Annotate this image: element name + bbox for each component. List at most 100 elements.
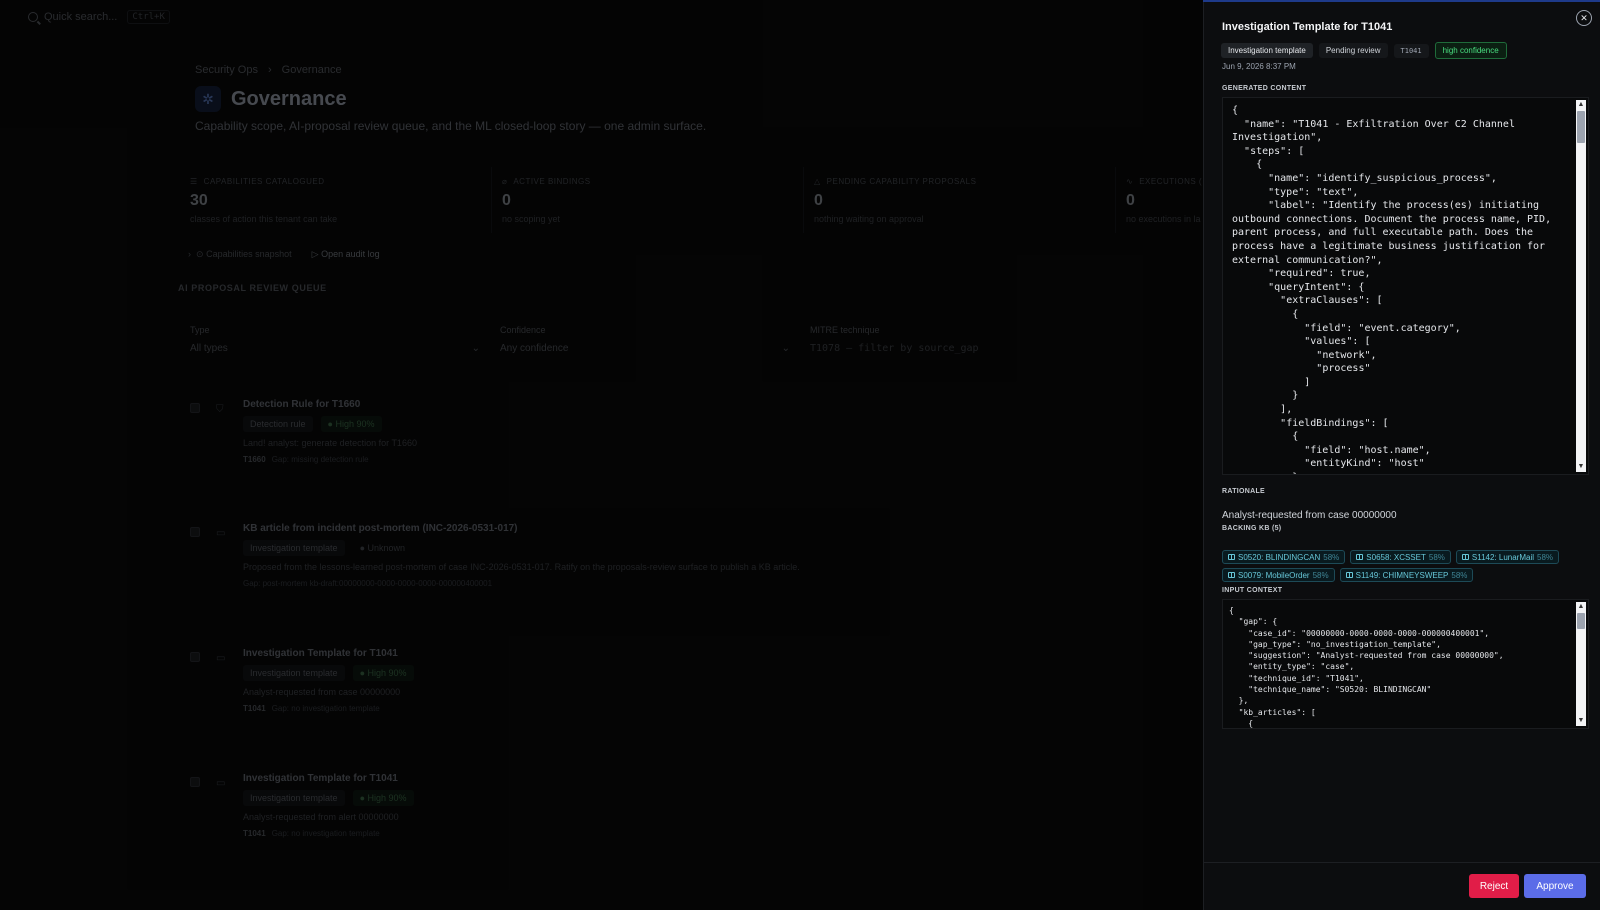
scrollbar[interactable]: ▲ ▼ bbox=[1576, 100, 1586, 472]
stat-card: ⌀ ACTIVE BINDINGS 0 no scoping yet bbox=[492, 167, 804, 233]
select-value: All types bbox=[190, 343, 228, 354]
kb-name: S0658: XCSSET bbox=[1366, 552, 1426, 562]
kb-name: S1142: LunarMail bbox=[1471, 552, 1535, 562]
kb-pct: 58% bbox=[1312, 570, 1329, 580]
stats-row: ☰ CAPABILITIES CATALOGUED 30 classes of a… bbox=[180, 167, 1203, 233]
scroll-up-icon[interactable]: ▲ bbox=[1576, 602, 1586, 612]
generated-content-label: GENERATED CONTENT bbox=[1222, 85, 1307, 92]
drawer-footer-divider bbox=[1204, 862, 1600, 863]
created-date: Jun 9, 2026 8:37 PM bbox=[1222, 62, 1296, 71]
type-filter: Type All types ⌄ bbox=[190, 325, 480, 354]
scrollbar-thumb[interactable] bbox=[1577, 111, 1585, 143]
stat-value: 0 bbox=[814, 192, 823, 209]
book-icon bbox=[1345, 572, 1353, 578]
close-icon[interactable]: ✕ bbox=[1576, 10, 1592, 26]
select-checkbox[interactable] bbox=[190, 527, 200, 537]
kb-pct: 58% bbox=[1428, 552, 1445, 562]
chevron-right-icon: › bbox=[188, 249, 191, 259]
stat-card: ∿ EXECUTIONS ( 0 no executions in la bbox=[1116, 167, 1203, 233]
search-placeholder: Quick search... bbox=[44, 11, 118, 23]
stat-value: 0 bbox=[1126, 192, 1135, 209]
snapshot-label: Capabilities snapshot bbox=[206, 249, 292, 259]
mitre-filter: MITRE technique T1078 — filter by source… bbox=[810, 325, 1100, 354]
scroll-up-icon[interactable]: ▲ bbox=[1576, 100, 1586, 110]
kb-chip[interactable]: S0079: MobileOrder 58% bbox=[1222, 568, 1335, 582]
kb-chip[interactable]: S1149: CHIMNEYSWEEP 58% bbox=[1339, 568, 1474, 582]
quick-search[interactable]: Quick search... Ctrl+K bbox=[28, 10, 170, 24]
modal-backdrop[interactable] bbox=[0, 0, 1203, 910]
confidence-badge: high confidence bbox=[1434, 42, 1507, 59]
scrollbar[interactable]: ▲ ▼ bbox=[1576, 602, 1586, 726]
page-header: ✲ Governance bbox=[195, 86, 347, 112]
governance-icon: ✲ bbox=[195, 86, 221, 112]
gap-text: Gap: no investigation template bbox=[271, 704, 380, 713]
page-subtitle: Capability scope, AI-proposal review que… bbox=[195, 119, 707, 133]
item-title: Investigation Template for T1041 bbox=[243, 648, 398, 659]
breadcrumb-item[interactable]: Security Ops bbox=[195, 64, 258, 76]
input-context-viewer[interactable]: { "gap": { "case_id": "00000000-0000-000… bbox=[1222, 599, 1589, 729]
select-checkbox[interactable] bbox=[190, 403, 200, 413]
stat-note: no scoping yet bbox=[502, 214, 561, 224]
approve-button[interactable]: Approve bbox=[1524, 874, 1586, 898]
breadcrumb-item: Governance bbox=[281, 64, 342, 76]
item-title: Detection Rule for T1660 bbox=[243, 399, 361, 410]
chevron-down-icon: ⌄ bbox=[471, 343, 480, 354]
stat-label: EXECUTIONS ( bbox=[1139, 177, 1203, 186]
open-audit-log-link[interactable]: ▷ Open audit log bbox=[312, 249, 380, 260]
kb-chip[interactable]: S1142: LunarMail 58% bbox=[1455, 550, 1560, 564]
stat-note: classes of action this tenant can take bbox=[190, 214, 338, 224]
document-icon: ▭ bbox=[216, 528, 226, 539]
type-tag: Investigation template bbox=[243, 665, 345, 681]
gap-text: Gap: no investigation template bbox=[271, 829, 380, 838]
scroll-down-icon[interactable]: ▼ bbox=[1576, 716, 1586, 726]
scrollbar-thumb[interactable] bbox=[1577, 613, 1585, 629]
item-description: Land! analyst: generate detection for T1… bbox=[243, 438, 417, 448]
filter-label: Type bbox=[190, 325, 210, 335]
confidence-select[interactable]: Any confidence ⌄ bbox=[500, 343, 790, 354]
reject-button[interactable]: Reject bbox=[1469, 874, 1519, 898]
type-tag: Investigation template bbox=[243, 790, 345, 806]
activity-icon: ∿ bbox=[1126, 177, 1134, 186]
technique-id: T1660 bbox=[243, 455, 266, 464]
play-icon: ▷ bbox=[311, 249, 319, 259]
confidence-pct: 90% bbox=[388, 668, 407, 678]
select-checkbox[interactable] bbox=[190, 652, 200, 662]
item-gap: T1041 Gap: no investigation template bbox=[243, 829, 414, 838]
search-shortcut: Ctrl+K bbox=[127, 10, 170, 24]
stat-value: 0 bbox=[502, 192, 511, 209]
select-value: Any confidence bbox=[500, 343, 569, 354]
drawer-badges: Investigation template Pending review T1… bbox=[1221, 42, 1507, 59]
kind-badge: Investigation template bbox=[1221, 43, 1313, 58]
capabilities-snapshot-toggle[interactable]: › ⊙ Capabilities snapshot bbox=[188, 249, 292, 260]
item-description: Proposed from the lessons-learned post-m… bbox=[243, 562, 800, 572]
generated-content-viewer[interactable]: { "name": "T1041 - Exfiltration Over C2 … bbox=[1222, 97, 1589, 475]
type-select[interactable]: All types ⌄ bbox=[190, 343, 480, 354]
kb-name: S0079: MobileOrder bbox=[1238, 570, 1310, 580]
drawer-title: Investigation Template for T1041 bbox=[1222, 21, 1393, 33]
item-title: Investigation Template for T1041 bbox=[243, 773, 398, 784]
kb-name: S0520: BLINDINGCAN bbox=[1238, 552, 1321, 562]
queue-heading: AI PROPOSAL REVIEW QUEUE bbox=[178, 283, 327, 293]
select-checkbox[interactable] bbox=[190, 777, 200, 787]
input-context-code: { "gap": { "case_id": "00000000-0000-000… bbox=[1229, 606, 1504, 728]
backing-kb-list: S0520: BLINDINGCAN 58% S0658: XCSSET 58% S… bbox=[1222, 550, 1587, 582]
scroll-down-icon[interactable]: ▼ bbox=[1576, 462, 1586, 472]
stat-card: △ PENDING CAPABILITY PROPOSALS 0 nothing … bbox=[804, 167, 1116, 233]
item-gap: T1041 Gap: no investigation template bbox=[243, 704, 414, 713]
confidence-pct: 90% bbox=[388, 793, 407, 803]
technique-id: T1041 bbox=[243, 704, 266, 713]
book-icon bbox=[1356, 554, 1364, 560]
breadcrumb: Security Ops › Governance bbox=[195, 64, 342, 76]
kb-chip[interactable]: S0658: XCSSET 58% bbox=[1350, 550, 1451, 564]
mitre-technique-input[interactable]: T1078 — filter by source_gap bbox=[810, 343, 1100, 354]
stat-note: nothing waiting on approval bbox=[814, 214, 924, 224]
filter-label: Confidence bbox=[500, 325, 546, 335]
stat-label: CAPABILITIES CATALOGUED bbox=[203, 177, 325, 186]
stat-value: 30 bbox=[190, 192, 208, 209]
kb-chip[interactable]: S0520: BLINDINGCAN 58% bbox=[1222, 550, 1346, 564]
book-icon bbox=[1461, 554, 1469, 560]
warning-icon: △ bbox=[814, 177, 821, 186]
book-icon bbox=[1228, 554, 1235, 560]
background-page: Quick search... Ctrl+K Security Ops › Go… bbox=[0, 0, 1203, 910]
kb-name: S1149: CHIMNEYSWEEP bbox=[1355, 570, 1449, 580]
